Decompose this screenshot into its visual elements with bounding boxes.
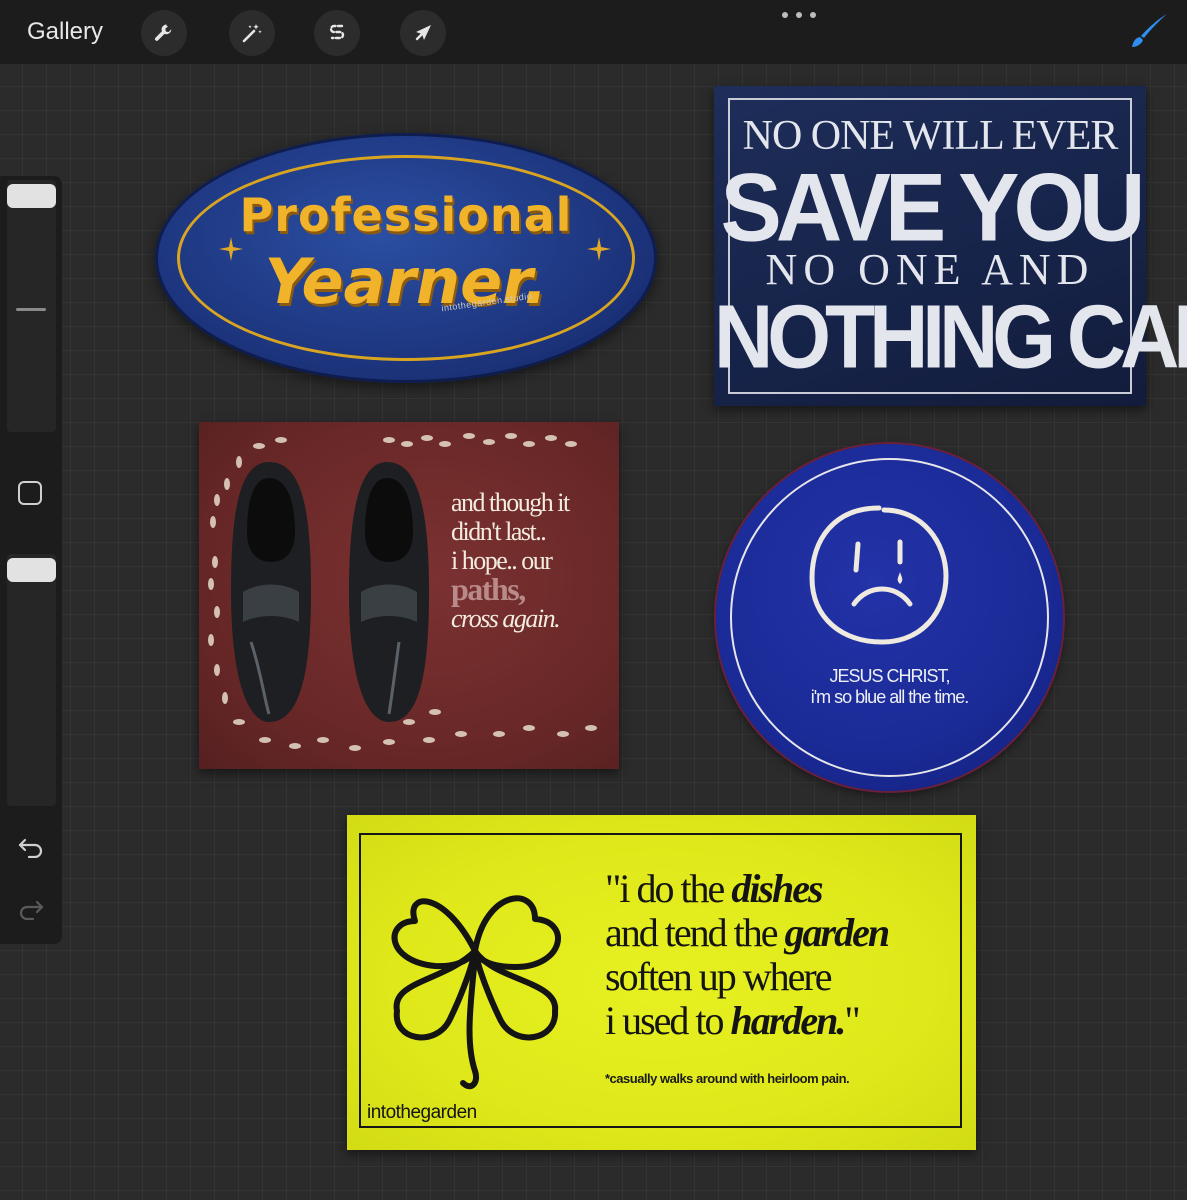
quote-text: soften up where xyxy=(605,954,832,999)
patch-title-line1: Professional xyxy=(239,188,573,242)
transform-button[interactable] xyxy=(400,10,446,56)
top-toolbar: Gallery xyxy=(0,0,1187,64)
left-sidebar xyxy=(0,176,62,944)
gallery-button[interactable]: Gallery xyxy=(27,16,103,48)
arrow-cursor-icon xyxy=(415,25,431,41)
opacity-knob[interactable] xyxy=(7,558,56,582)
redo-button[interactable] xyxy=(17,896,45,921)
selection-s-icon xyxy=(329,24,345,40)
quote-line: didn't last.. xyxy=(451,517,547,546)
patch-dishes-garden[interactable]: "i do the dishes and tend the garden sof… xyxy=(347,815,976,1150)
brush-icon xyxy=(1132,14,1167,47)
patch-line4: NOTHING CAN xyxy=(714,287,1187,388)
patch-professional-yearner[interactable]: Professional Yearner. intothegarden.stud… xyxy=(155,133,657,383)
opacity-slider[interactable] xyxy=(7,554,56,806)
patch-so-blue[interactable]: JESUS CHRIST, i'm so blue all the time. xyxy=(716,444,1063,791)
patch-brand: intothegarden xyxy=(367,1102,477,1123)
shoe-right xyxy=(349,462,429,722)
ellipsis-icon[interactable] xyxy=(782,10,816,20)
quote-line: cross again. xyxy=(451,604,561,633)
undo-button[interactable] xyxy=(17,834,45,859)
magic-wand-icon xyxy=(242,24,262,43)
brush-button[interactable] xyxy=(1124,8,1170,54)
slider-midpoint xyxy=(16,308,46,311)
undo-icon xyxy=(18,838,43,859)
selection-button[interactable] xyxy=(314,10,360,56)
patch-quote: and though it didn't last.. i hope.. our… xyxy=(451,488,616,633)
quote-text: and tend the xyxy=(605,910,785,955)
quote-text: i used to xyxy=(605,998,731,1043)
actions-button[interactable] xyxy=(141,10,187,56)
brush-size-knob[interactable] xyxy=(7,184,56,208)
quote-text: "i do the xyxy=(605,866,732,911)
brush-size-slider[interactable] xyxy=(7,180,56,432)
sad-face-icon xyxy=(809,505,949,645)
quote-line: and though it xyxy=(451,488,570,517)
quote-text: " xyxy=(844,998,860,1043)
patch-title-line2: Yearner. xyxy=(264,245,548,318)
wrench-icon xyxy=(154,24,172,41)
quote-emphasis: dishes xyxy=(731,866,823,911)
quote-emphasis: garden xyxy=(784,910,891,955)
patch-shoes[interactable]: and though it didn't last.. i hope.. our… xyxy=(199,422,619,769)
quote-emphasis: harden. xyxy=(730,998,847,1043)
patch-save-you[interactable]: NO ONE WILL EVER SAVE YOU NO ONE AND NOT… xyxy=(714,86,1187,406)
patch-quote: "i do the dishes and tend the garden sof… xyxy=(605,866,891,1043)
shoe-left xyxy=(231,462,311,722)
four-leaf-clover-icon xyxy=(391,895,561,1090)
quote-line: paths, xyxy=(451,571,526,607)
patch-line2: i'm so blue all the time. xyxy=(810,687,970,707)
modify-button[interactable] xyxy=(18,481,42,505)
redo-icon xyxy=(19,900,44,921)
patch-footnote: *casually walks around with heirloom pai… xyxy=(605,1071,850,1086)
patch-line1: JESUS CHRIST, xyxy=(829,666,950,686)
adjustments-button[interactable] xyxy=(229,10,275,56)
